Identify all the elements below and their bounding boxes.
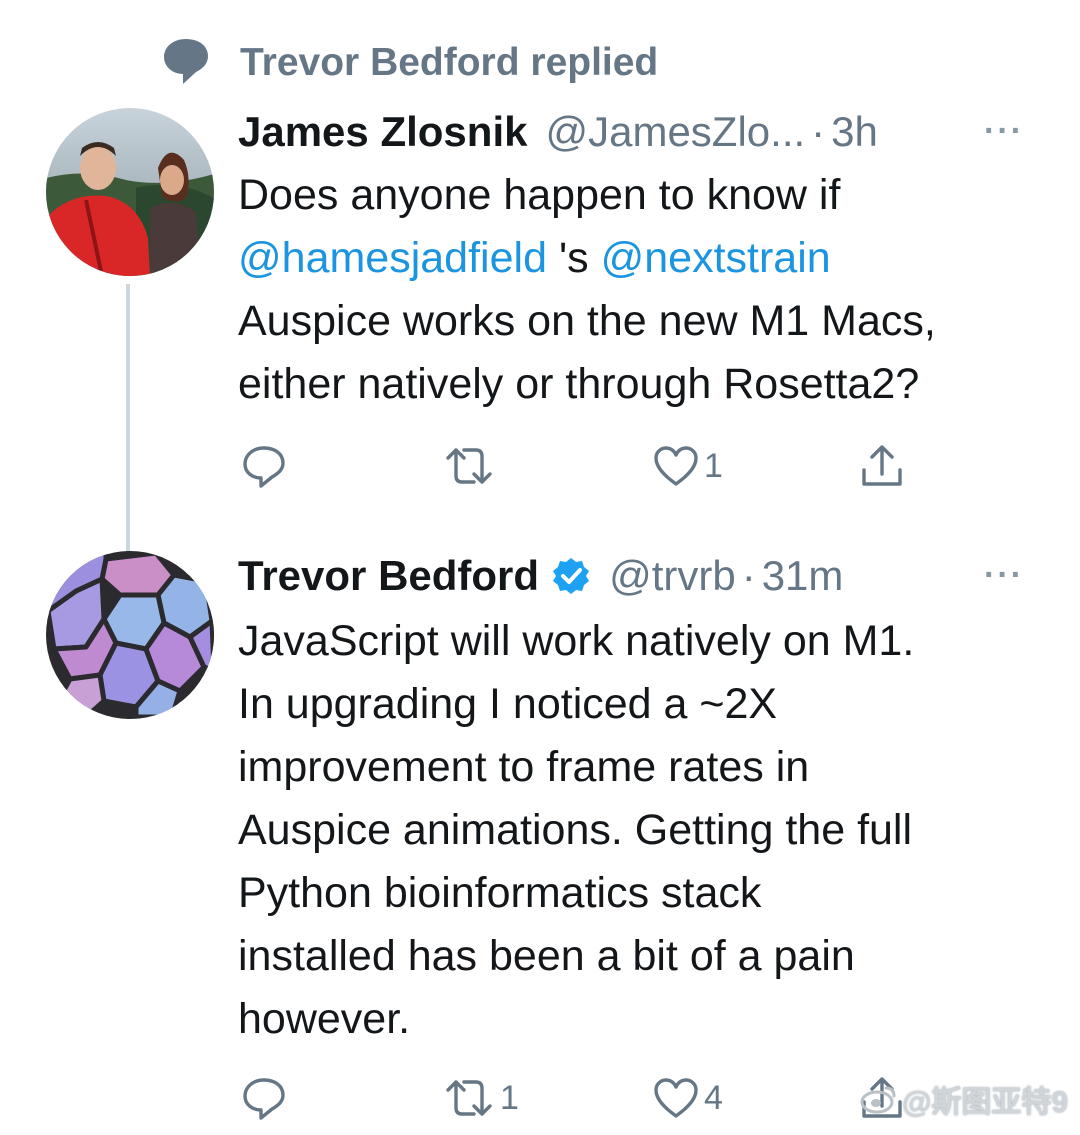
avatar-james-zlosnik[interactable]	[46, 108, 214, 276]
reply-button[interactable]	[240, 1074, 292, 1122]
author-name[interactable]: James Zlosnik	[238, 108, 527, 156]
like-button[interactable]: 1	[652, 444, 723, 488]
more-options-icon[interactable]: ···	[984, 112, 1024, 151]
tweet-line-fragment: 's	[558, 234, 589, 282]
separator-dot: ·	[811, 108, 826, 155]
heart-icon	[654, 446, 698, 486]
reply-icon	[243, 1078, 285, 1120]
tweet-line: Python bioinformatics stack	[238, 869, 762, 917]
author-handle[interactable]: @JamesZlo...	[545, 108, 805, 156]
avatar-photo	[46, 108, 214, 276]
tweet-line: improvement to frame rates in	[238, 743, 810, 791]
tweet-line: Does anyone happen to know if	[238, 171, 841, 219]
tweet-line: however.	[238, 995, 411, 1043]
watermark-text: @斯图亚特9	[902, 1086, 1068, 1119]
like-button[interactable]: 4	[652, 1076, 723, 1120]
tweet-text: JavaScript will work natively on M1. In …	[238, 610, 1058, 1051]
timestamp[interactable]: 31m	[762, 552, 844, 600]
verified-badge-icon	[551, 556, 591, 596]
heart-icon	[654, 1078, 698, 1118]
retweet-icon	[446, 1080, 492, 1116]
thread-connector-line	[126, 284, 130, 552]
retweet-count: 1	[500, 1078, 519, 1117]
reply-icon	[243, 446, 285, 488]
avatar-voronoi-image	[46, 551, 214, 719]
tweet-line: either natively or through Rosetta2?	[238, 360, 920, 408]
social-context: Trevor Bedford replied	[162, 38, 658, 88]
speech-bubble-icon	[162, 36, 210, 91]
like-count: 4	[704, 1078, 723, 1117]
tweet-line: Auspice works on the new M1 Macs,	[238, 297, 936, 345]
tweet-line: installed has been a bit of a pain	[238, 932, 855, 980]
tweet-line: In upgrading I noticed a ~2X	[238, 680, 778, 728]
social-context-text: Trevor Bedford replied	[240, 41, 659, 84]
share-button[interactable]	[858, 442, 910, 490]
weibo-logo-icon	[860, 1084, 898, 1114]
tweet-actions: 1 4	[238, 1072, 938, 1128]
mention-link[interactable]: @nextstrain	[601, 234, 831, 282]
tweet-header: Trevor Bedford @trvrb · 31m	[238, 548, 1038, 604]
author-handle[interactable]: @trvrb	[609, 552, 736, 600]
retweet-icon	[446, 448, 492, 484]
tweet-line: Auspice animations. Getting the full	[238, 806, 913, 854]
author-name[interactable]: Trevor Bedford	[238, 552, 539, 600]
avatar-trevor-bedford[interactable]	[46, 551, 214, 719]
tweet-header: James Zlosnik @JamesZlo... · 3h	[238, 104, 1038, 160]
tweet-line: @hamesjadfield 's @nextstrain	[238, 227, 1058, 290]
mention-link[interactable]: @hamesjadfield	[238, 234, 547, 282]
tweet-actions: 1	[238, 438, 938, 494]
reply-button[interactable]	[240, 442, 292, 490]
tweet-line: JavaScript will work natively on M1.	[238, 617, 915, 665]
retweet-button[interactable]: 1	[442, 1076, 519, 1120]
like-count: 1	[704, 446, 723, 485]
share-icon	[862, 445, 902, 486]
retweet-button[interactable]	[442, 444, 500, 488]
separator-dot: ·	[741, 552, 756, 599]
watermark: @斯图亚特9	[860, 1077, 1068, 1121]
more-options-icon[interactable]: ···	[984, 556, 1024, 595]
timestamp[interactable]: 3h	[831, 108, 878, 156]
tweet-text: Does anyone happen to know if @hamesjadf…	[238, 164, 1058, 416]
